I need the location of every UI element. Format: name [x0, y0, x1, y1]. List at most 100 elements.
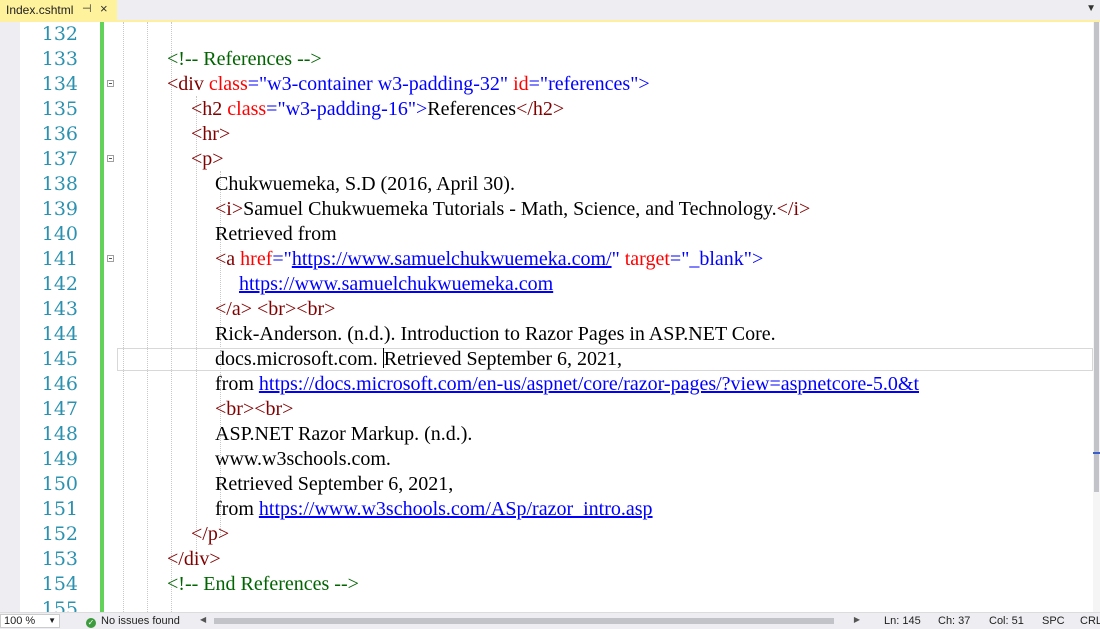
- line-number: 151: [41, 498, 78, 520]
- code-line[interactable]: 147 <br><br>: [0, 397, 1093, 422]
- line-number: 133: [41, 48, 78, 70]
- tag-close: </i>: [776, 198, 811, 220]
- equals: =: [272, 248, 284, 270]
- issues-indicator[interactable]: ✓ No issues found: [86, 614, 180, 628]
- tag-br: <br><br>: [215, 398, 294, 420]
- line-number: 144: [41, 323, 78, 345]
- code-line[interactable]: 139 <i>Samuel Chukwuemeka Tutorials - Ma…: [0, 197, 1093, 222]
- attr-name: class: [203, 73, 248, 95]
- scroll-left-icon[interactable]: ◀: [200, 615, 206, 624]
- text-content: References: [427, 98, 517, 120]
- line-number: 146: [41, 373, 78, 395]
- line-number: 134: [41, 73, 78, 95]
- char-indicator[interactable]: Ch: 37: [938, 614, 970, 628]
- document-tab-strip: Index.cshtml ⊣ × ▼: [0, 0, 1100, 22]
- tab-list-dropdown-icon[interactable]: ▼: [1086, 3, 1096, 14]
- collapse-outline-icon[interactable]: [107, 155, 114, 162]
- url-link[interactable]: https://docs.microsoft.com/en-us/aspnet/…: [259, 373, 919, 395]
- code-line[interactable]: 144 Rick-Anderson. (n.d.). Introduction …: [0, 322, 1093, 347]
- url-link[interactable]: https://www.w3schools.com/ASp/razor_intr…: [259, 498, 653, 520]
- tag-open: <h2: [191, 98, 223, 120]
- code-editor[interactable]: 132 133 <!-- References --> 134 <div cla…: [0, 22, 1093, 612]
- code-line[interactable]: 133 <!-- References -->: [0, 47, 1093, 72]
- code-line[interactable]: 142 https://www.samuelchukwuemeka.com: [0, 272, 1093, 297]
- code-line[interactable]: 146 from https://docs.microsoft.com/en-u…: [0, 372, 1093, 397]
- line-number: 136: [41, 123, 78, 145]
- code-line[interactable]: 151 from https://www.w3schools.com/ASp/r…: [0, 497, 1093, 522]
- code-line[interactable]: 141 <a href="https://www.samuelchukwueme…: [0, 247, 1093, 272]
- scroll-right-icon[interactable]: ▶: [854, 615, 860, 624]
- tag-bracket: >: [638, 73, 650, 95]
- collapse-outline-icon[interactable]: [107, 255, 114, 262]
- equals: =: [528, 73, 540, 95]
- close-icon[interactable]: ×: [100, 1, 108, 16]
- tab-index-cshtml[interactable]: Index.cshtml ⊣ ×: [0, 0, 117, 20]
- tag-br: <br><br>: [257, 298, 336, 320]
- url-link[interactable]: https://www.samuelchukwuemeka.com: [239, 272, 553, 297]
- quote: ": [611, 248, 620, 270]
- code-line[interactable]: 140 Retrieved from: [0, 222, 1093, 247]
- text-content: Retrieved September 6, 2021,: [383, 348, 623, 370]
- code-line[interactable]: 155: [0, 597, 1093, 612]
- code-line[interactable]: 135 <h2 class="w3-padding-16">References…: [0, 97, 1093, 122]
- vertical-scrollbar[interactable]: [1093, 22, 1100, 612]
- code-line[interactable]: 154 <!-- End References -->: [0, 572, 1093, 597]
- attr-value: "w3-padding-16": [277, 98, 416, 120]
- line-number: 153: [41, 548, 78, 570]
- line-number: 147: [41, 398, 78, 420]
- line-number: 143: [41, 298, 78, 320]
- code-line[interactable]: 136 <hr>: [0, 122, 1093, 147]
- code-line[interactable]: 143 </a> <br><br>: [0, 297, 1093, 322]
- line-number: 145: [41, 348, 78, 370]
- code-line[interactable]: 137 <p>: [0, 147, 1093, 172]
- code-line[interactable]: 148 ASP.NET Razor Markup. (n.d.).: [0, 422, 1093, 447]
- check-circle-icon: ✓: [86, 618, 96, 628]
- code-text: </a> <br><br>: [215, 297, 335, 322]
- collapse-outline-icon[interactable]: [107, 80, 114, 87]
- line-number: 139: [41, 198, 78, 220]
- line-number: 149: [41, 448, 78, 470]
- zoom-value: 100 %: [4, 615, 36, 627]
- pin-icon[interactable]: ⊣: [82, 2, 92, 15]
- horizontal-scrollbar[interactable]: ◀ ▶: [200, 615, 860, 627]
- href-link[interactable]: https://www.samuelchukwuemeka.com/: [292, 248, 612, 270]
- tag-open: <div: [167, 73, 204, 95]
- attr-name: id: [508, 73, 529, 95]
- line-number: 142: [41, 273, 78, 295]
- tag-bracket: >: [751, 248, 764, 270]
- whitespace-mode-indicator[interactable]: SPC: [1042, 614, 1065, 628]
- code-line[interactable]: 150 Retrieved September 6, 2021,: [0, 472, 1093, 497]
- column-indicator[interactable]: Col: 51: [989, 614, 1024, 628]
- tag-p-close: </p>: [191, 523, 230, 545]
- line-number: 152: [41, 523, 78, 545]
- tab-title: Index.cshtml: [6, 3, 74, 17]
- line-number: 135: [41, 98, 78, 120]
- code-line[interactable]: 153 </div>: [0, 547, 1093, 572]
- tag-close: </a>: [215, 298, 252, 320]
- text-content: from: [215, 498, 259, 520]
- code-text: <i>Samuel Chukwuemeka Tutorials - Math, …: [215, 197, 810, 222]
- scrollbar-thumb[interactable]: [214, 618, 834, 624]
- line-number: 132: [41, 23, 78, 45]
- zoom-level-dropdown[interactable]: 100 % ▼: [0, 614, 60, 628]
- code-line-current[interactable]: 145 docs.microsoft.com. Retrieved Septem…: [0, 347, 1093, 372]
- line-number: 137: [41, 148, 78, 170]
- tag-div-close: </div>: [167, 548, 221, 570]
- equals: =: [669, 248, 682, 270]
- code-line[interactable]: 149 www.w3schools.com.: [0, 447, 1093, 472]
- tag-hr: <hr>: [191, 123, 231, 145]
- equals: =: [247, 73, 260, 95]
- code-text: from https://docs.microsoft.com/en-us/as…: [215, 372, 919, 397]
- scrollbar-thumb[interactable]: [1094, 22, 1099, 492]
- line-number: 141: [41, 248, 78, 270]
- code-line[interactable]: 134 <div class="w3-container w3-padding-…: [0, 72, 1093, 97]
- code-line[interactable]: 132: [0, 22, 1093, 47]
- code-text: docs.microsoft.com. Retrieved September …: [215, 347, 622, 372]
- attr-name: href: [235, 248, 273, 270]
- code-line[interactable]: 152 </p>: [0, 522, 1093, 547]
- tag-open: <a: [215, 248, 236, 270]
- line-indicator[interactable]: Ln: 145: [884, 614, 921, 628]
- code-line[interactable]: 138 Chukwuemeka, S.D (2016, April 30).: [0, 172, 1093, 197]
- line-ending-indicator[interactable]: CRL: [1080, 614, 1100, 628]
- chevron-down-icon: ▼: [48, 616, 56, 625]
